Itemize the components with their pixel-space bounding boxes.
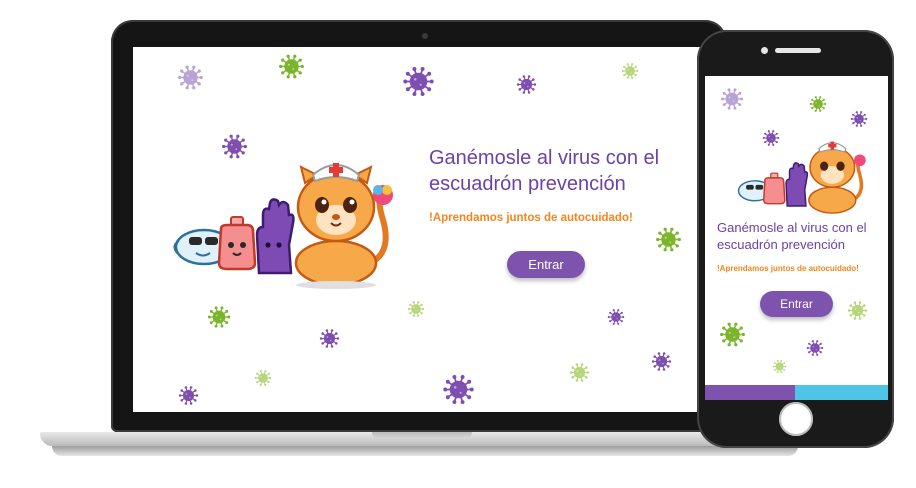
virus-icon [402, 66, 434, 96]
lion-mascot-icon [808, 141, 866, 214]
laptop-camera [422, 33, 428, 39]
virus-icon [847, 300, 867, 320]
virus-icon [772, 359, 786, 373]
virus-icon [809, 96, 827, 112]
virus-icon [850, 111, 868, 127]
virus-icon [569, 362, 589, 382]
phone-speaker [775, 48, 821, 53]
mobile-footer-bar-purple [705, 385, 795, 400]
virus-icon [319, 328, 339, 348]
virus-icon [516, 74, 536, 94]
mobile-footer-bar-blue [795, 385, 888, 400]
glove-icon [255, 198, 295, 275]
mascot-group-illustration [173, 163, 393, 289]
desktop-headline: Ganémosle al virus con el escuadrón prev… [429, 147, 660, 195]
laptop-base-shadow [52, 446, 798, 456]
virus-icon [442, 374, 474, 404]
virus-icon [655, 227, 681, 251]
laptop-notch [372, 432, 472, 439]
mobile-mascot-group-illustration [737, 141, 866, 214]
phone-home-button[interactable] [779, 402, 813, 436]
sanitizer-icon [762, 172, 786, 205]
mobile-headline: Ganémosle al virus con el escuadrón prev… [717, 220, 867, 252]
desktop-screen: Ganémosle al virus con el escuadrón prev… [133, 47, 705, 412]
virus-icon [651, 351, 671, 371]
mobile-enter-button[interactable]: Entrar [760, 291, 833, 317]
virus-icon [254, 370, 272, 386]
virus-icon [720, 88, 744, 110]
glove-icon [785, 162, 809, 207]
virus-icon [207, 306, 231, 328]
virus-icon [719, 322, 745, 346]
virus-icon [178, 385, 198, 405]
sanitizer-icon [217, 216, 257, 271]
phone-camera [761, 47, 768, 54]
virus-icon [407, 301, 425, 317]
desktop-subtitle: !Aprendamos juntos de autocuidado! [429, 212, 633, 224]
virus-icon [806, 340, 824, 356]
lion-mascot-icon [294, 163, 393, 289]
desktop-enter-button[interactable]: Entrar [507, 251, 585, 278]
mobile-subtitle: !Aprendamos juntos de autocuidado! [717, 264, 859, 273]
virus-icon [177, 65, 203, 89]
mobile-screen: Ganémosle al virus con el escuadrón prev… [705, 76, 888, 400]
virus-icon [278, 54, 304, 78]
virus-icon [621, 63, 639, 79]
virus-icon [607, 309, 625, 325]
